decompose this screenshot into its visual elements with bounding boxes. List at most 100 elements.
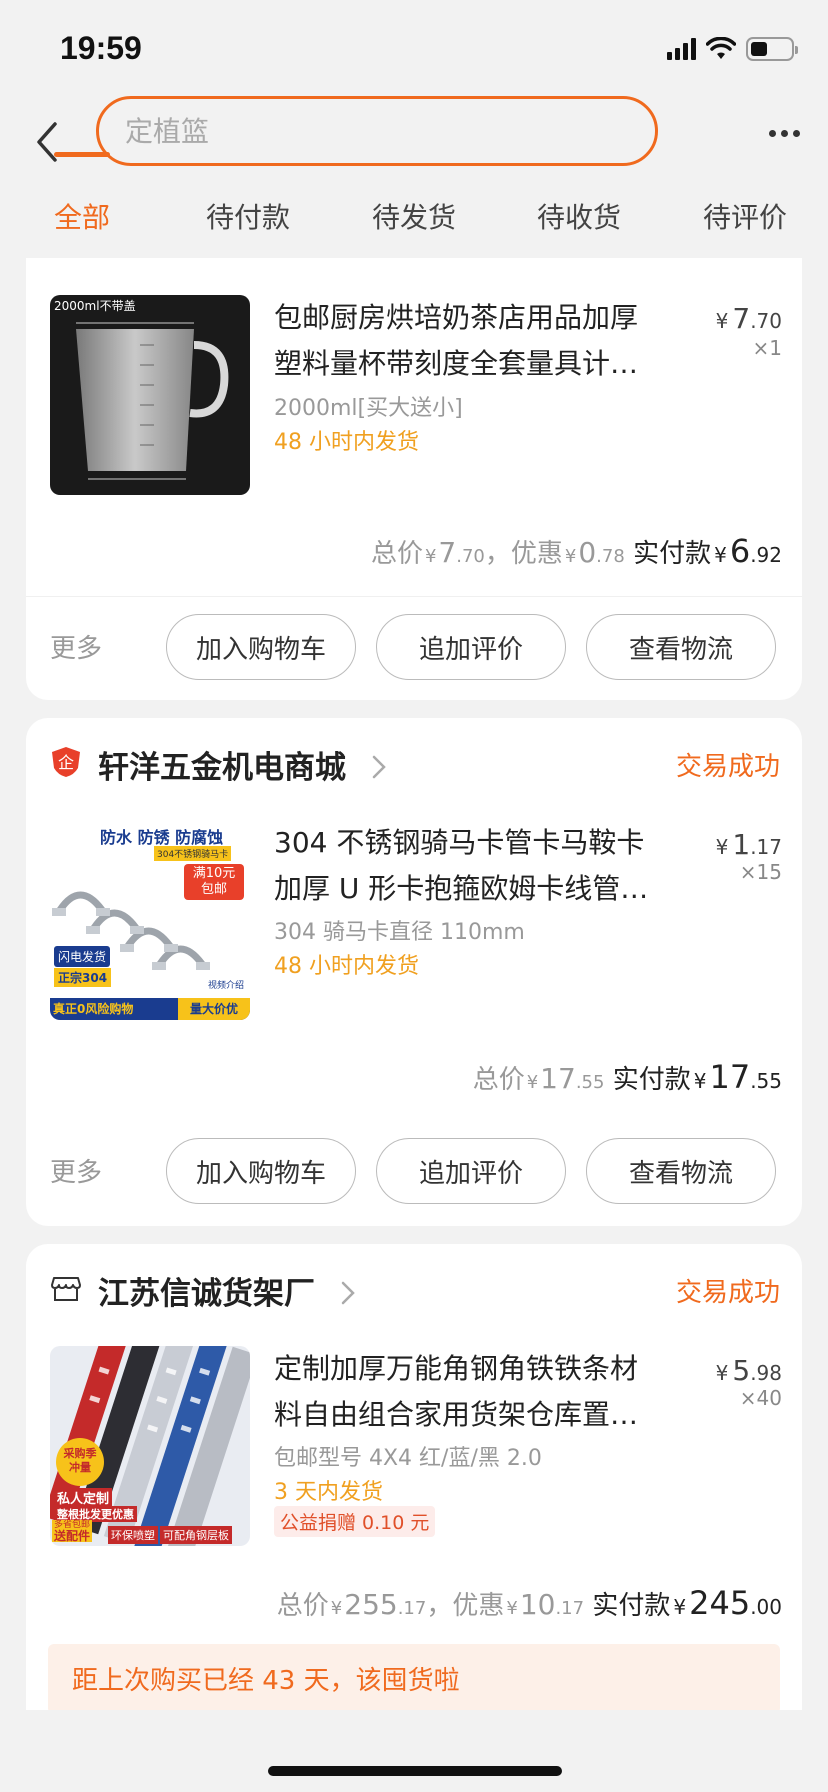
- search-input[interactable]: [123, 113, 655, 149]
- sku: 2000ml[买大送小]: [274, 396, 463, 421]
- product-title-line1: 包邮厨房烘培奶茶店用品加厚: [274, 301, 639, 334]
- tab-pending-review[interactable]: 待评价: [703, 196, 787, 236]
- total-dec: .17: [397, 1598, 427, 1619]
- order-status: 交易成功: [675, 1278, 780, 1308]
- repurchase-reminder[interactable]: 距上次购买已经 43 天，该囤货啦: [48, 1644, 780, 1714]
- shop-name-text: 江苏信诚货架厂: [98, 1276, 315, 1312]
- image-tag3: 多省包邮 送配件: [52, 1520, 93, 1543]
- total-label: 总价: [276, 1591, 329, 1621]
- shop-name[interactable]: 轩洋五金机电商城: [98, 742, 387, 787]
- dot: [792, 129, 800, 137]
- total-label: 总价: [370, 539, 423, 569]
- discount-dec: .17: [555, 1598, 585, 1619]
- unit-price: ¥7.70: [716, 302, 782, 335]
- shop-icon: [51, 1277, 81, 1301]
- unit-price: ¥5.98: [716, 1354, 782, 1387]
- image-bottom-banner: 真正0风险购物 量大价优: [50, 998, 250, 1020]
- bottom-safe-area: [0, 1710, 828, 1792]
- price-dec: .17: [750, 835, 782, 859]
- shipping-promise: 3 天内发货: [274, 1480, 383, 1505]
- banner-left: 环保喷塑: [108, 1526, 158, 1544]
- product-title-line2: 加厚 U 形卡抱箍欧姆卡线管…: [274, 872, 649, 905]
- add-to-cart-button[interactable]: 加入购物车: [166, 614, 356, 680]
- sku: 包邮型号 4X4 红/蓝/黑 2.0: [274, 1446, 542, 1471]
- shop-row[interactable]: 企 轩洋五金机电商城 交易成功: [26, 718, 802, 808]
- total-int: 17: [540, 1062, 576, 1095]
- shop-name[interactable]: 江苏信诚货架厂: [98, 1268, 356, 1313]
- image-video-label: 视频介绍: [207, 981, 244, 991]
- enterprise-shop-icon: 企: [52, 747, 80, 777]
- dot: [780, 129, 788, 137]
- discount-dec: .78: [596, 546, 625, 567]
- discount-int: 0: [578, 536, 597, 569]
- tab-pending-receipt[interactable]: 待收货: [537, 196, 621, 236]
- quantity: ×1: [752, 336, 782, 360]
- wifi-icon: [706, 37, 736, 59]
- add-review-button[interactable]: 追加评价: [376, 1138, 566, 1204]
- total-dec: .70: [456, 546, 485, 567]
- currency-symbol: ¥: [715, 835, 729, 859]
- discount-label: ，优惠: [484, 539, 563, 569]
- more-link[interactable]: 更多: [50, 1152, 102, 1189]
- view-logistics-button[interactable]: 查看物流: [586, 614, 776, 680]
- charity-badge: 公益捐赠 0.10 元: [274, 1506, 436, 1537]
- image-badge2: 正宗304: [54, 968, 112, 987]
- image-tag1: 私人定制: [54, 1488, 113, 1507]
- product-image[interactable]: 2000ml不带盖: [50, 295, 250, 495]
- sku: 304 骑马卡直径 110mm: [274, 920, 525, 945]
- product-title[interactable]: 包邮厨房烘培奶茶店用品加厚 塑料量杯带刻度全套量具计…: [274, 295, 688, 387]
- paid-int: 245: [689, 1584, 751, 1622]
- battery-icon: [746, 37, 798, 61]
- unit-price: ¥1.17: [716, 828, 782, 861]
- shop-row[interactable]: 江苏信诚货架厂 交易成功: [26, 1244, 802, 1334]
- price-dec: .70: [750, 309, 782, 333]
- add-review-button[interactable]: 追加评价: [376, 614, 566, 680]
- order-card[interactable]: 企 轩洋五金机电商城 交易成功 防水 防锈 防腐蚀 304不锈钢骑马卡 满10元…: [26, 718, 802, 1226]
- product-title[interactable]: 定制加厚万能角钢角铁铁条材 料自由组合家用货架仓库置…: [274, 1346, 688, 1438]
- add-to-cart-button[interactable]: 加入购物车: [166, 1138, 356, 1204]
- shop-name-text: 轩洋五金机电商城: [98, 750, 346, 786]
- total-int: 7: [438, 536, 457, 569]
- product-title-line2: 料自由组合家用货架仓库置…: [274, 1398, 639, 1431]
- header: 全部 待付款 待发货 待收货 待评价: [0, 96, 828, 266]
- cellular-signal-icon: [667, 38, 696, 60]
- currency-symbol: ¥: [715, 309, 729, 333]
- measuring-cup-image: [76, 322, 229, 480]
- tab-pending-shipment[interactable]: 待发货: [372, 196, 456, 236]
- divider: [26, 596, 802, 597]
- discount-label: ，优惠: [426, 1591, 505, 1621]
- more-options-button[interactable]: [764, 118, 804, 148]
- more-link[interactable]: 更多: [50, 628, 102, 665]
- product-title-line1: 304 不锈钢骑马卡管卡马鞍卡: [274, 826, 645, 859]
- product-image[interactable]: 防水 防锈 防腐蚀 304不锈钢骑马卡 满10元 包邮 闪电发货 正宗304 视: [50, 820, 250, 1020]
- badge-line1: 采购季: [63, 1447, 97, 1460]
- price-int: 5: [732, 1354, 751, 1387]
- order-status: 交易成功: [675, 752, 780, 782]
- banner-left: 真正0风险购物: [53, 1002, 134, 1016]
- currency-symbol: ¥: [715, 1361, 729, 1385]
- home-indicator[interactable]: [268, 1766, 562, 1776]
- back-button[interactable]: [22, 112, 72, 172]
- paid-int: 6: [729, 532, 751, 570]
- tab-all[interactable]: 全部: [54, 196, 110, 236]
- total-label: 总价: [472, 1065, 525, 1095]
- tag3-line2: 送配件: [54, 1529, 91, 1543]
- order-totals: 总价 ¥17.55 实付款 ¥17.55: [472, 1058, 782, 1096]
- banner-right: 量大价优: [178, 998, 250, 1020]
- active-tab-indicator: [54, 152, 110, 157]
- view-logistics-button[interactable]: 查看物流: [586, 1138, 776, 1204]
- search-box[interactable]: [96, 96, 658, 166]
- product-title[interactable]: 304 不锈钢骑马卡管卡马鞍卡 加厚 U 形卡抱箍欧姆卡线管…: [274, 820, 688, 912]
- price-int: 1: [732, 828, 751, 861]
- product-image[interactable]: 采购季 冲量 私人定制 整根批发更优惠 多省包邮 送配件 环保喷塑 可配角钢层板: [50, 1346, 250, 1546]
- order-totals: 总价 ¥7.70，优惠 ¥0.78 实付款 ¥6.92: [370, 532, 782, 570]
- tab-pending-payment[interactable]: 待付款: [206, 196, 290, 236]
- total-dec: .55: [575, 1072, 605, 1093]
- quantity: ×40: [739, 1386, 782, 1410]
- reminder-text: 距上次购买已经 43 天，该囤货啦: [72, 1666, 460, 1696]
- discount-int: 10: [519, 1588, 556, 1621]
- order-card[interactable]: 2000ml不带盖 包邮厨房烘培奶茶店用品加厚 塑料量杯带刻度全套量具计… ¥7…: [26, 258, 802, 700]
- status-time: 19:59: [60, 30, 142, 66]
- order-totals: 总价 ¥255.17，优惠 ¥10.17 实付款 ¥245.00: [276, 1584, 782, 1622]
- paid-label: 实付款: [612, 1065, 691, 1095]
